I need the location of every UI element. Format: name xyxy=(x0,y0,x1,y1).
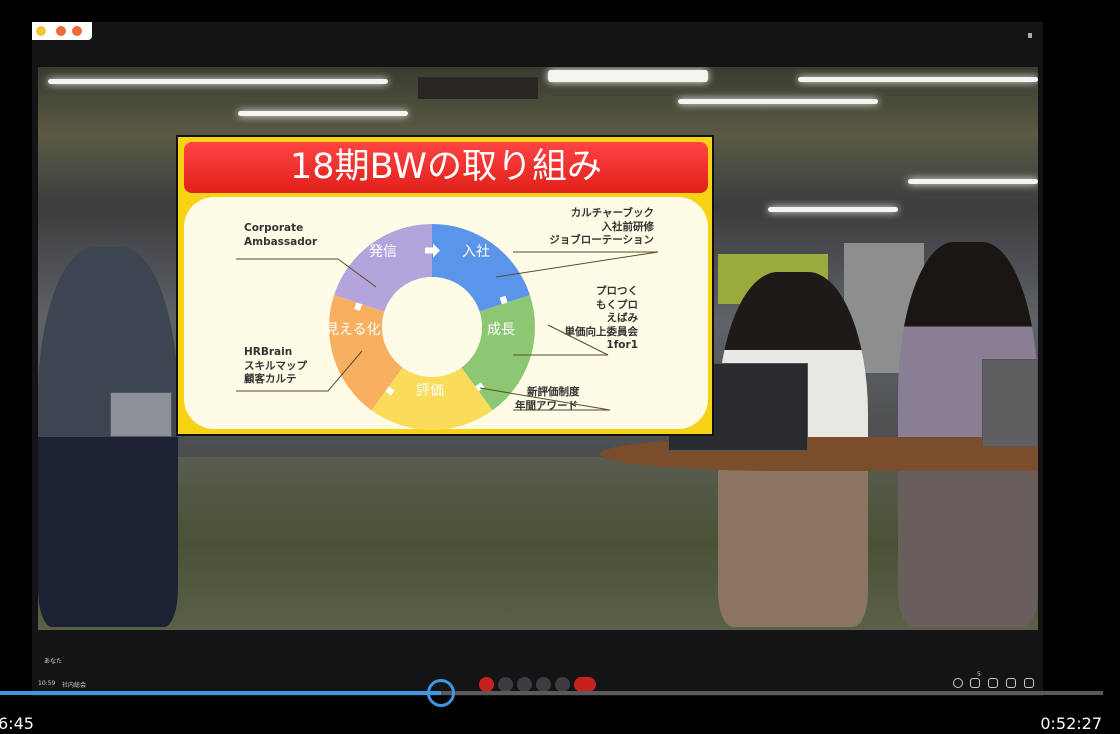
note-line: 年間アワード xyxy=(515,399,578,412)
note-line: Ambassador xyxy=(244,235,318,248)
note-line: 入社前研修 xyxy=(601,220,655,233)
elapsed-time: 6:45 xyxy=(0,714,34,733)
self-label: あなた xyxy=(44,658,63,665)
info-icon[interactable] xyxy=(953,678,963,688)
segment-label-nyusha: 入社 xyxy=(462,244,490,260)
note-seicho: プロつく もくプロ えばみ 単価向上委員会 1for1 xyxy=(565,285,639,353)
leave-call-button[interactable] xyxy=(574,677,596,692)
person-left xyxy=(38,247,178,627)
seek-bar[interactable] xyxy=(0,691,1103,695)
meeting-clock: 10:59 xyxy=(38,680,56,687)
activities-icon[interactable] xyxy=(1006,678,1016,688)
browser-extension-bar xyxy=(32,22,92,40)
extension-icon[interactable] xyxy=(56,26,66,36)
participant-count: 5 xyxy=(977,671,981,678)
note-line: スキルマップ xyxy=(244,359,307,372)
duration-time: 0:52:27 xyxy=(1040,714,1102,733)
presentation-slide: 18期BWの取り組み 入社 成長 評価 見える化 発信 カルチャーブック 入社前… xyxy=(176,135,714,436)
note-line: 単価向上委員会 xyxy=(564,325,639,338)
note-line: 新評価制度 xyxy=(527,386,580,398)
meeting-name: 社内総会 xyxy=(62,682,87,689)
segment-label-seicho: 成長 xyxy=(487,322,515,338)
note-line: もくプロ xyxy=(596,298,638,311)
note-hasshin: Corporate Ambassador xyxy=(244,222,317,249)
pin-icon[interactable] xyxy=(1028,33,1032,38)
segment-label-hyoka: 評価 xyxy=(416,383,444,399)
people-icon[interactable] xyxy=(970,678,980,688)
table xyxy=(600,437,1038,471)
note-nyusha: カルチャーブック 入社前研修 ジョブローテーション xyxy=(549,207,654,248)
mic-muted-button[interactable] xyxy=(479,677,494,692)
note-line: プロつく xyxy=(596,285,638,297)
seek-bar-progress xyxy=(0,691,442,695)
donut-hole xyxy=(382,277,482,377)
note-hyoka: 新評価制度 年間アワード xyxy=(515,386,580,413)
note-line: 顧客カルテ xyxy=(244,373,297,385)
floor xyxy=(38,457,1038,630)
projector xyxy=(418,77,538,99)
present-button[interactable] xyxy=(536,677,551,692)
captions-button[interactable] xyxy=(517,677,532,692)
note-mieruka: HRBrain スキルマップ 顧客カルテ xyxy=(244,346,307,387)
note-line: カルチャーブック xyxy=(570,207,654,219)
segment-label-mieruka: 見える化 xyxy=(325,322,381,338)
record-icon[interactable] xyxy=(72,26,82,36)
segment-label-hasshin: 発信 xyxy=(369,244,397,260)
host-controls-icon[interactable] xyxy=(1024,678,1034,688)
camera-button[interactable] xyxy=(498,677,513,692)
note-line: Corporate xyxy=(244,222,304,234)
seek-handle[interactable] xyxy=(427,679,456,707)
laptop xyxy=(982,359,1038,447)
more-options-button[interactable] xyxy=(555,677,570,692)
leader-line xyxy=(495,251,659,278)
tablet xyxy=(110,392,172,437)
note-line: ジョブローテーション xyxy=(549,234,654,246)
chat-icon[interactable] xyxy=(988,678,998,688)
emoji-icon[interactable] xyxy=(36,26,46,36)
note-line: 1for1 xyxy=(606,339,638,351)
note-line: えばみ xyxy=(606,312,639,324)
note-line: HRBrain xyxy=(244,346,293,358)
